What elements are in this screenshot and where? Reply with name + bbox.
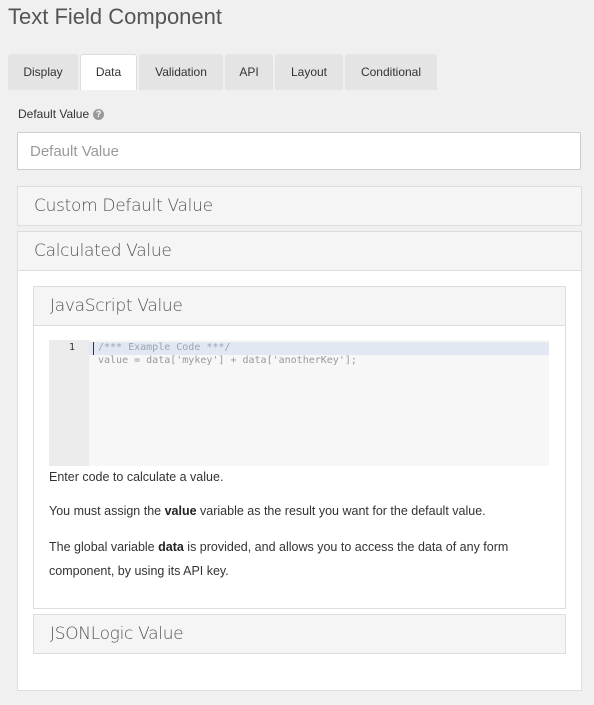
jsonlogic-value-header[interactable]: JSONLogic Value xyxy=(34,615,565,653)
tab-data[interactable]: Data xyxy=(80,54,137,90)
tab-api[interactable]: API xyxy=(225,54,273,90)
default-value-label: Default Value ? xyxy=(18,107,105,121)
description-data-pre: The global variable xyxy=(49,540,159,554)
custom-default-value-panel[interactable]: Custom Default Value xyxy=(17,186,582,226)
javascript-value-header[interactable]: JavaScript Value xyxy=(34,287,565,326)
description-data-bold: data xyxy=(158,540,184,554)
tab-display[interactable]: Display xyxy=(8,54,78,90)
code-editor[interactable]: 1 /*** Example Code ***/ value = data['m… xyxy=(49,340,549,466)
code-hint-text: Enter code to calculate a value. xyxy=(49,470,224,484)
description-value-post: variable as the result you want for the … xyxy=(196,504,486,518)
tab-conditional[interactable]: Conditional xyxy=(345,54,437,90)
code-line-value: value = data['mykey'] + data['anotherKey… xyxy=(98,355,357,366)
jsonlogic-value-panel[interactable]: JSONLogic Value xyxy=(33,614,566,654)
description-value: You must assign the value variable as th… xyxy=(49,499,549,523)
tab-validation[interactable]: Validation xyxy=(139,54,223,90)
line-number-gutter: 1 xyxy=(49,340,89,466)
text-cursor xyxy=(93,342,94,355)
default-value-input[interactable] xyxy=(17,132,581,170)
description-data: The global variable data is provided, an… xyxy=(49,535,549,583)
code-line-comment: /*** Example Code ***/ xyxy=(98,342,231,353)
question-circle-icon[interactable]: ? xyxy=(93,108,105,120)
page-title: Text Field Component xyxy=(8,4,222,29)
custom-default-value-header[interactable]: Custom Default Value xyxy=(18,187,581,225)
tab-layout[interactable]: Layout xyxy=(275,54,343,90)
description-value-pre: You must assign the xyxy=(49,504,165,518)
default-value-label-text: Default Value xyxy=(18,107,90,121)
description-value-bold: value xyxy=(164,504,197,518)
line-number: 1 xyxy=(68,342,75,353)
tab-bar: Display Data Validation API Layout Condi… xyxy=(8,54,437,90)
calculated-value-header[interactable]: Calculated Value xyxy=(18,232,581,271)
